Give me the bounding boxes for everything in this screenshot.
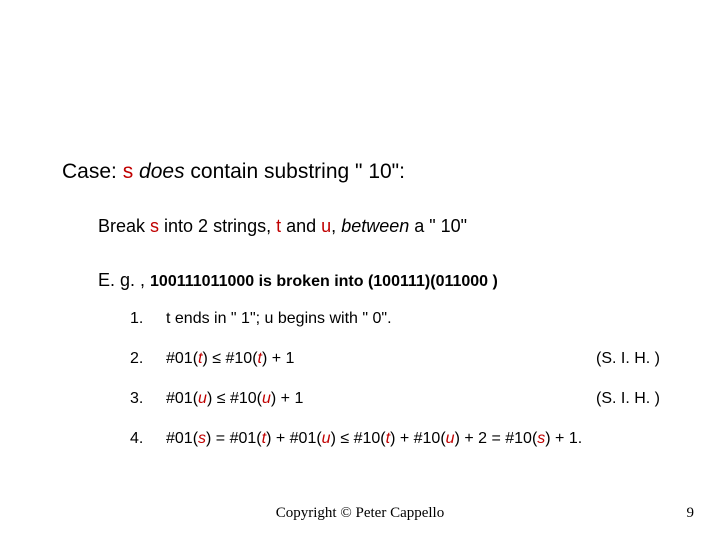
text: ) + 1	[262, 350, 294, 367]
case-heading: Case: s does contain substring " 10":	[62, 160, 405, 184]
text: ,	[331, 216, 341, 236]
text: into 2 strings,	[159, 216, 276, 236]
item-list: 1. t ends in " 1"; u begins with " 0". 2…	[130, 310, 690, 470]
text: ) + #10(	[390, 430, 446, 447]
var-u: u	[322, 430, 331, 447]
item-number: 3.	[130, 390, 158, 408]
sih-note: (S. I. H. )	[596, 350, 660, 368]
text: #01(	[166, 390, 198, 407]
var-s: s	[198, 430, 206, 447]
item-text: t ends in " 1"; u begins with " 0".	[166, 310, 392, 327]
list-item: 1. t ends in " 1"; u begins with " 0".	[130, 310, 690, 328]
text: a " 10"	[409, 216, 467, 236]
list-item: 4. #01(s) = #01(t) + #01(u) ≤ #10(t) + #…	[130, 430, 690, 448]
example-bold: 100111011000 is broken into (100111)(011…	[150, 273, 498, 290]
leq-symbol: ≤	[212, 350, 221, 367]
text: )	[207, 390, 217, 407]
break-line: Break s into 2 strings, t and u, between…	[98, 216, 467, 237]
text: Case:	[62, 160, 123, 183]
item-number: 1.	[130, 310, 158, 328]
var-s: s	[150, 216, 159, 236]
text: Break	[98, 216, 150, 236]
text: ) + 1.	[545, 430, 582, 447]
text: #10(	[221, 350, 257, 367]
text: ) + 2 = #10(	[455, 430, 538, 447]
text: ) = #01(	[206, 430, 262, 447]
item-number: 2.	[130, 350, 158, 368]
text: ) + 1	[271, 390, 303, 407]
var-s: s	[123, 160, 134, 183]
text: )	[202, 350, 212, 367]
example-line: E. g. , 100111011000 is broken into (100…	[98, 270, 498, 291]
list-item: 3. #01(u) ≤ #10(u) + 1 (S. I. H. )	[130, 390, 690, 408]
var-u: u	[198, 390, 207, 407]
text: E. g. ,	[98, 270, 150, 290]
footer-copyright: Copyright © Peter Cappello	[0, 505, 720, 522]
leq-symbol: ≤	[217, 390, 226, 407]
page-number: 9	[687, 505, 695, 522]
emph-does: does	[139, 160, 185, 183]
text: #10(	[226, 390, 262, 407]
text: )	[331, 430, 341, 447]
emph-between: between	[341, 216, 409, 236]
var-u: u	[446, 430, 455, 447]
item-number: 4.	[130, 430, 158, 448]
sih-note: (S. I. H. )	[596, 390, 660, 408]
slide: Case: s does contain substring " 10": Br…	[0, 0, 720, 540]
text: ) + #01(	[266, 430, 322, 447]
text: #01(	[166, 430, 198, 447]
text: #01(	[166, 350, 198, 367]
list-item: 2. #01(t) ≤ #10(t) + 1 (S. I. H. )	[130, 350, 690, 368]
text: and	[281, 216, 321, 236]
text: #10(	[349, 430, 385, 447]
leq-symbol: ≤	[340, 430, 349, 447]
var-u: u	[262, 390, 271, 407]
text: contain substring " 10":	[185, 160, 405, 183]
var-u: u	[321, 216, 331, 236]
